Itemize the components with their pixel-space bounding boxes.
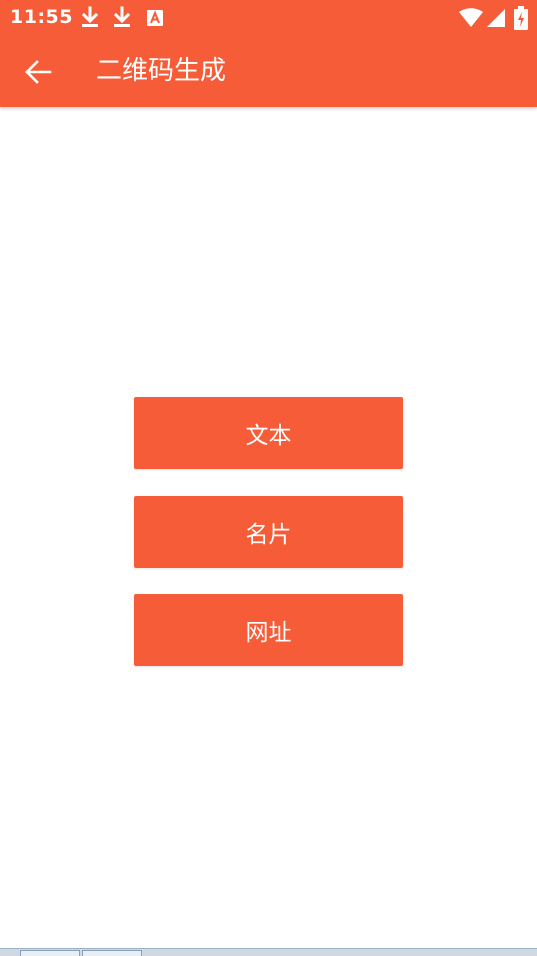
taskbar-strip xyxy=(0,948,537,956)
status-bar: 11:55 xyxy=(0,0,537,36)
download-icon xyxy=(81,6,99,27)
arrow-left-icon xyxy=(25,60,52,84)
a-badge-icon xyxy=(147,10,163,26)
status-time: 11:55 xyxy=(10,6,73,28)
taskbar-item[interactable] xyxy=(20,950,80,956)
url-button[interactable]: 网址 xyxy=(134,594,403,666)
screen: 11:55 二维码生成 文本 名片 网址 xyxy=(0,0,537,956)
text-button[interactable]: 文本 xyxy=(134,397,403,469)
wifi-icon xyxy=(459,8,483,27)
download-icon xyxy=(113,6,131,27)
battery-charging-icon xyxy=(514,6,528,30)
signal-icon xyxy=(487,9,505,27)
back-button[interactable] xyxy=(14,48,62,96)
app-bar: 二维码生成 xyxy=(0,36,537,107)
taskbar-item[interactable] xyxy=(82,950,142,956)
page-title: 二维码生成 xyxy=(96,56,227,86)
business-card-button[interactable]: 名片 xyxy=(134,496,403,568)
